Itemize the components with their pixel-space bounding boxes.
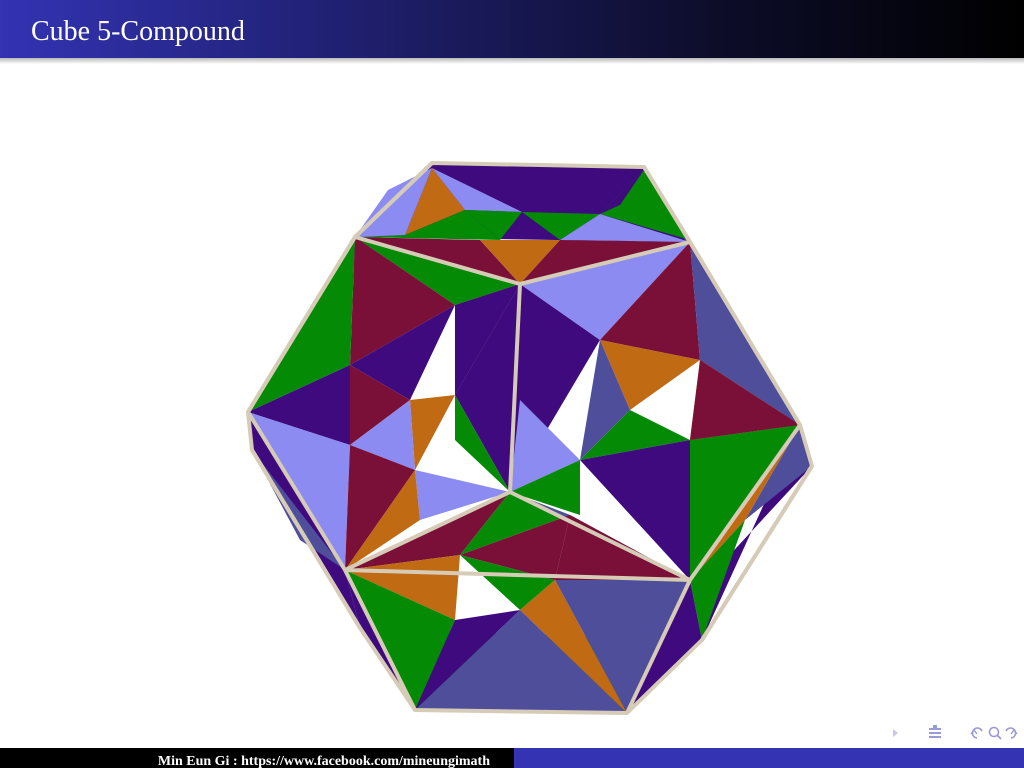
- nav-forward-icon[interactable]: [1002, 722, 1020, 744]
- nav-arrow-icon[interactable]: [886, 722, 906, 744]
- footer-right-panel: [514, 748, 1024, 768]
- footline: Min Eun Gi : https://www.facebook.com/mi…: [0, 748, 1024, 768]
- cube-compound-figure: [246, 161, 814, 715]
- footer-author-link[interactable]: Min Eun Gi : https://www.facebook.com/mi…: [0, 748, 514, 768]
- beamer-navigation-bar[interactable]: [886, 722, 1020, 744]
- nav-section-icon[interactable]: [924, 722, 946, 744]
- nav-back-icon[interactable]: [968, 722, 986, 744]
